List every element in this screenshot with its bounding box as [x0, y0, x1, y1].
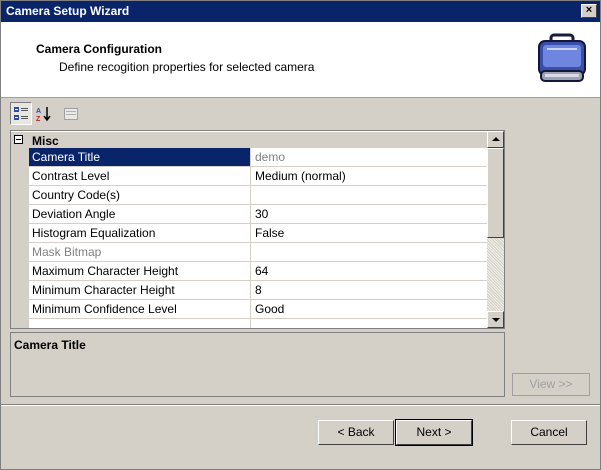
property-toolbar: A Z	[10, 102, 505, 126]
property-row-contrast-level[interactable]: Contrast Level Medium (normal)	[29, 167, 487, 186]
property-row-country-codes[interactable]: Country Code(s)	[29, 186, 487, 205]
wizard-header: Camera Configuration Define recogition p…	[1, 22, 600, 98]
view-button[interactable]: View >>	[512, 373, 590, 396]
property-grid: Misc Camera Title demo Contrast Level Me…	[10, 130, 505, 329]
property-value[interactable]	[252, 243, 487, 261]
property-row-maximum-character-height[interactable]: Maximum Character Height 64	[29, 262, 487, 281]
property-name: Minimum Character Height	[29, 281, 251, 299]
property-value[interactable]: Good	[252, 300, 487, 318]
description-panel: Camera Title	[10, 332, 505, 397]
category-row-misc[interactable]: Misc	[11, 132, 487, 148]
scroll-thumb[interactable]	[487, 148, 504, 238]
property-name: Contrast Level	[29, 167, 251, 185]
property-row-minimum-character-height[interactable]: Minimum Character Height 8	[29, 281, 487, 300]
property-row-mask-bitmap[interactable]: Mask Bitmap	[29, 243, 487, 262]
svg-text:A: A	[36, 108, 41, 115]
scroll-up-button[interactable]	[487, 131, 504, 148]
property-pages-button[interactable]	[60, 102, 82, 125]
next-button[interactable]: Next >	[395, 419, 473, 446]
property-value[interactable]	[252, 186, 487, 204]
page-title: Camera Configuration	[36, 42, 163, 56]
arrow-up-icon	[492, 137, 500, 141]
property-value[interactable]: Medium (normal)	[252, 167, 487, 185]
svg-text:Z: Z	[36, 116, 41, 122]
scroll-down-button[interactable]	[487, 311, 504, 328]
arrow-down-icon	[492, 318, 500, 322]
page-subtitle: Define recogition properties for selecte…	[59, 60, 315, 74]
property-value[interactable]: False	[252, 224, 487, 242]
property-name: Country Code(s)	[29, 186, 251, 204]
property-row-histogram-equalization[interactable]: Histogram Equalization False	[29, 224, 487, 243]
camera-case-icon	[538, 33, 586, 82]
property-value[interactable]: demo	[252, 148, 487, 166]
title-bar: Camera Setup Wizard ×	[1, 1, 600, 22]
close-button[interactable]: ×	[581, 4, 597, 18]
property-row-deviation-angle[interactable]: Deviation Angle 30	[29, 205, 487, 224]
category-label: Misc	[32, 134, 59, 148]
property-name: Camera Title	[29, 148, 251, 166]
camera-setup-wizard-window: Camera Setup Wizard × Camera Configurati…	[0, 0, 601, 470]
sort-alphabetical-button[interactable]: A Z	[33, 102, 55, 125]
vertical-scrollbar[interactable]	[487, 131, 504, 328]
grid-margin	[11, 148, 29, 328]
property-value[interactable]	[252, 319, 487, 328]
property-row-partial[interactable]	[29, 319, 487, 328]
property-row-minimum-confidence-level[interactable]: Minimum Confidence Level Good	[29, 300, 487, 319]
property-name: Maximum Character Height	[29, 262, 251, 280]
property-pages-icon	[64, 108, 78, 120]
categorized-button[interactable]	[10, 102, 32, 125]
back-button[interactable]: < Back	[318, 420, 394, 445]
property-name: Histogram Equalization	[29, 224, 251, 242]
categorized-icon	[14, 107, 28, 120]
cancel-button[interactable]: Cancel	[511, 420, 587, 445]
property-name: Deviation Angle	[29, 205, 251, 223]
property-name: Minimum Confidence Level	[29, 300, 251, 318]
property-value[interactable]: 64	[252, 262, 487, 280]
sort-alphabetical-icon: A Z	[36, 107, 51, 122]
collapse-icon[interactable]	[14, 135, 23, 144]
property-row-camera-title[interactable]: Camera Title demo	[29, 148, 487, 167]
window-title: Camera Setup Wizard	[6, 4, 130, 18]
description-title: Camera Title	[14, 338, 86, 352]
property-value[interactable]: 30	[252, 205, 487, 223]
property-name	[29, 319, 251, 328]
footer-separator	[1, 404, 600, 406]
property-value[interactable]: 8	[252, 281, 487, 299]
property-name: Mask Bitmap	[29, 243, 251, 261]
